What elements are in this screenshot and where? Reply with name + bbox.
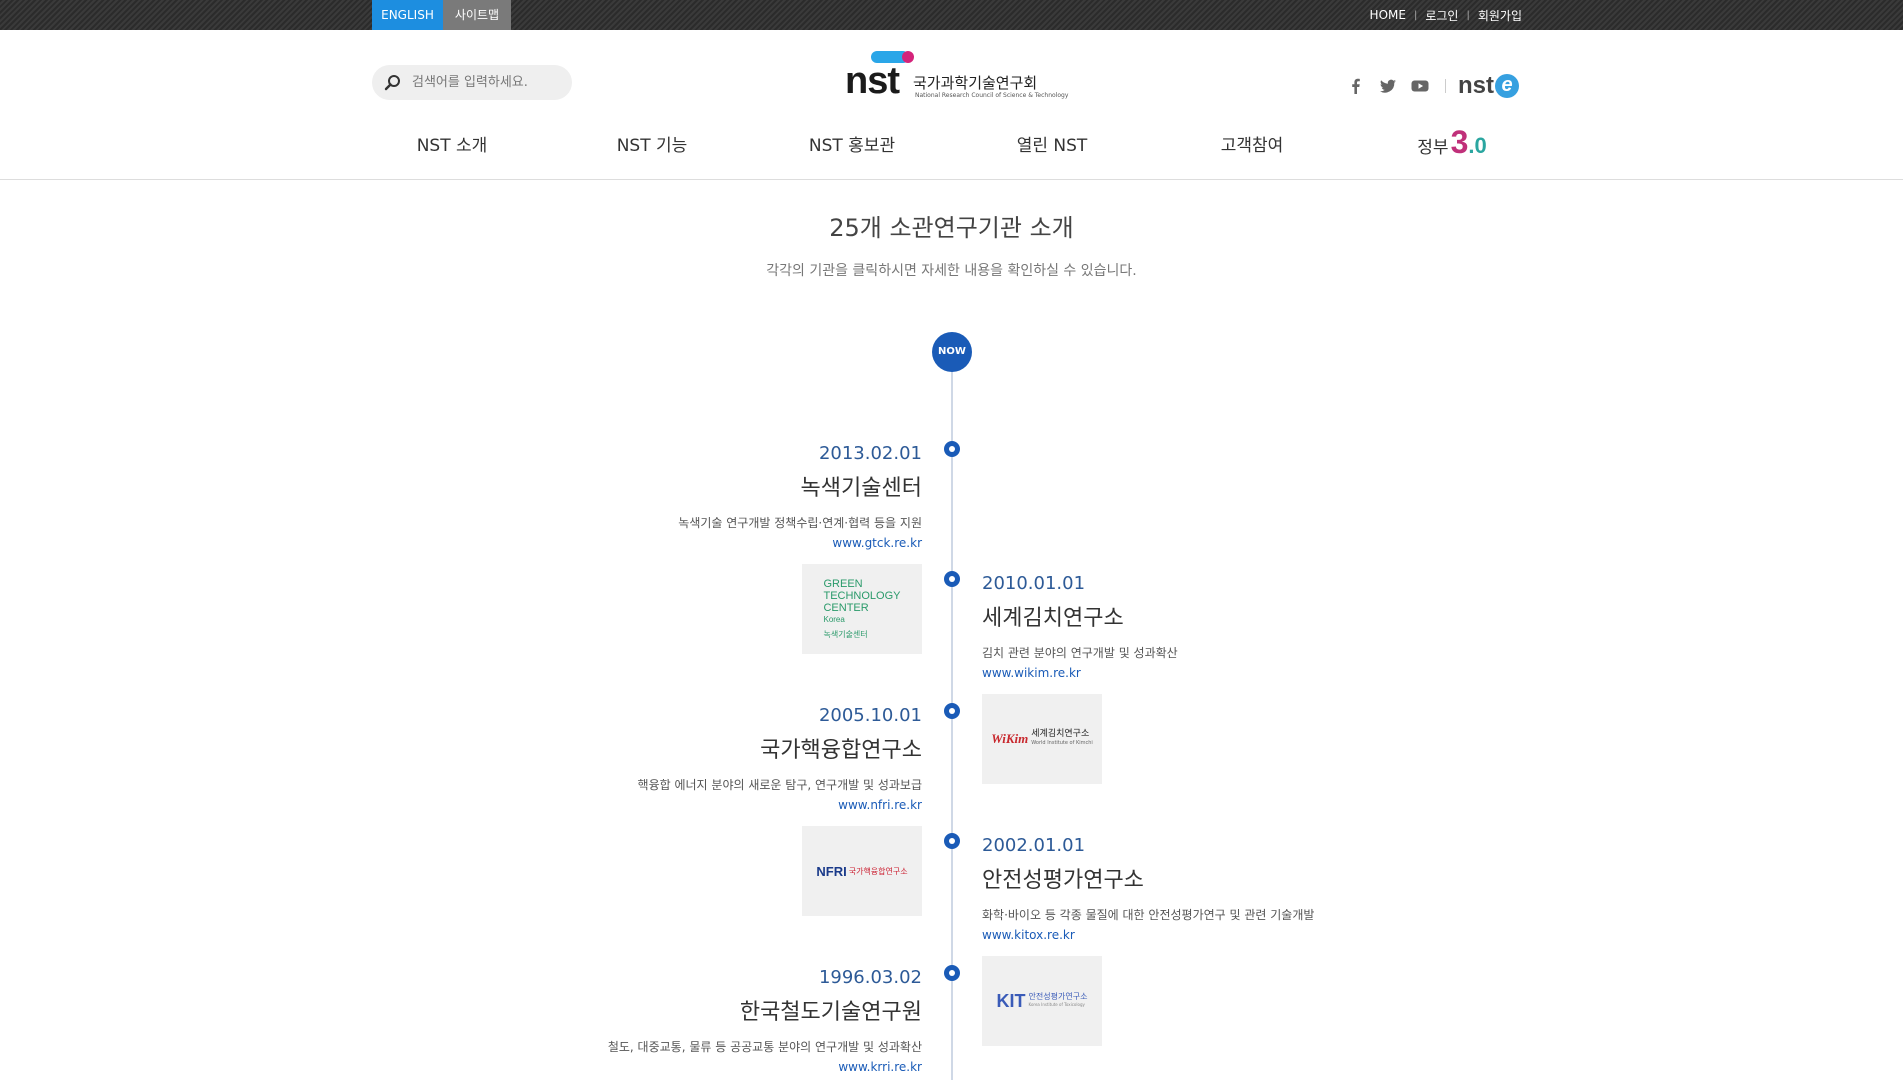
divider: | bbox=[1413, 9, 1418, 21]
entry-name[interactable]: 안전성평가연구소 bbox=[982, 862, 1402, 894]
timeline-entry-krri[interactable]: 1996.03.02 한국철도기술연구원 철도, 대중교통, 물류 등 공공교통… bbox=[502, 967, 922, 1074]
nav-nst-pr[interactable]: NST 홍보관 bbox=[772, 128, 932, 164]
twitter-icon[interactable] bbox=[1377, 75, 1399, 97]
timeline-entry-gtck[interactable]: 2013.02.01 녹색기술센터 녹색기술 연구개발 정책수립·연계·협력 등… bbox=[502, 443, 922, 550]
gtck-logo-text: GREEN TECHNOLOGY CENTER Korea 녹색기술센터 bbox=[823, 577, 901, 639]
entry-date: 2013.02.01 bbox=[818, 443, 922, 464]
entry-name[interactable]: 녹색기술센터 bbox=[502, 470, 922, 502]
divider: | bbox=[1466, 9, 1470, 21]
entry-url-link[interactable]: www.krri.re.kr bbox=[502, 1060, 922, 1074]
nste-logo[interactable]: nst e bbox=[1458, 72, 1519, 100]
entry-date: 1996.03.02 bbox=[818, 967, 922, 988]
social-links: nst e bbox=[1345, 72, 1519, 100]
gov30-label: 정부 bbox=[1417, 138, 1449, 158]
nste-text: nst bbox=[1458, 72, 1494, 99]
kit-logo[interactable]: KIT 안전성평가연구소 Korea Institute of Toxicolo… bbox=[982, 956, 1102, 1046]
entry-description: 김치 관련 분야의 연구개발 및 성과확산 bbox=[982, 646, 1178, 660]
entry-url-link[interactable]: www.nfri.re.kr bbox=[502, 798, 922, 812]
entry-date: 2010.01.01 bbox=[982, 573, 1086, 594]
entry-url-link[interactable]: www.gtck.re.kr bbox=[502, 536, 922, 550]
nav-nst-function[interactable]: NST 기능 bbox=[572, 128, 732, 164]
gov30-logo: 정부 3 .0 bbox=[1417, 124, 1487, 166]
timeline-entry-kitox[interactable]: 2002.01.01 안전성평가연구소 화학·바이오 등 각종 물질에 대한 안… bbox=[982, 835, 1402, 942]
divider bbox=[1445, 79, 1446, 93]
search-box bbox=[372, 65, 572, 100]
entry-name[interactable]: 세계김치연구소 bbox=[982, 600, 1402, 632]
logo-nst-text: nst bbox=[845, 60, 900, 102]
nfri-logo[interactable]: NFRI 국가핵융합연구소 bbox=[802, 826, 922, 916]
header-divider bbox=[0, 179, 1903, 180]
nav-open-nst[interactable]: 열린 NST bbox=[972, 128, 1132, 164]
youtube-icon[interactable] bbox=[1409, 75, 1431, 97]
home-link[interactable]: HOME bbox=[1370, 8, 1406, 22]
timeline-entry-wikim[interactable]: 2010.01.01 세계김치연구소 김치 관련 분야의 연구개발 및 성과확산… bbox=[982, 573, 1402, 680]
entry-description: 화학·바이오 등 각종 물질에 대한 안전성평가연구 및 관련 기술개발 bbox=[982, 908, 1315, 922]
timeline-now-badge: NOW bbox=[932, 332, 972, 372]
page-title: 25개 소관연구기관 소개 bbox=[829, 214, 1074, 242]
signup-link[interactable]: 회원가입 bbox=[1478, 7, 1522, 24]
timeline-node bbox=[944, 571, 960, 587]
kit-logo-text: KIT 안전성평가연구소 Korea Institute of Toxicolo… bbox=[996, 990, 1088, 1011]
wikim-logo-text: WiKim 세계김치연구소 World Institute of Kimchi bbox=[991, 729, 1093, 747]
gtck-logo[interactable]: GREEN TECHNOLOGY CENTER Korea 녹색기술센터 bbox=[802, 564, 922, 654]
nav-gov30[interactable]: 정부 3 .0 bbox=[1372, 124, 1532, 166]
login-link[interactable]: 로그인 bbox=[1425, 7, 1458, 24]
nst-logo[interactable]: nst 국가과학기술연구회 National Research Council … bbox=[845, 48, 1068, 104]
entry-date: 2005.10.01 bbox=[818, 705, 922, 726]
nste-e-icon: e bbox=[1495, 74, 1519, 98]
top-utility-bar: ENGLISH 사이트맵 HOME | 로그인 | 회원가입 bbox=[0, 0, 1903, 30]
main-navigation: NST 소개 NST 기능 NST 홍보관 열린 NST 고객참여 정부 3 .… bbox=[372, 124, 1532, 166]
entry-name[interactable]: 한국철도기술연구원 bbox=[502, 994, 922, 1026]
english-link[interactable]: ENGLISH bbox=[372, 0, 443, 30]
top-links: HOME | 로그인 | 회원가입 bbox=[1370, 0, 1522, 30]
facebook-icon[interactable] bbox=[1345, 75, 1367, 97]
search-input[interactable] bbox=[410, 74, 564, 91]
timeline-entry-nfri[interactable]: 2005.10.01 국가핵융합연구소 핵융합 에너지 분야의 새로운 탐구, … bbox=[502, 705, 922, 812]
timeline-node bbox=[944, 833, 960, 849]
logo-dot-shape bbox=[902, 51, 914, 63]
nav-customer[interactable]: 고객참여 bbox=[1172, 128, 1332, 164]
timeline-node bbox=[944, 965, 960, 981]
entry-description: 철도, 대중교통, 물류 등 공공교통 분야의 연구개발 및 성과확산 bbox=[607, 1040, 922, 1054]
timeline-node bbox=[944, 703, 960, 719]
entry-url-link[interactable]: www.wikim.re.kr bbox=[982, 666, 1402, 680]
sitemap-link[interactable]: 사이트맵 bbox=[443, 0, 511, 30]
nfri-logo-text: NFRI 국가핵융합연구소 bbox=[816, 863, 908, 879]
logo-korean-name: 국가과학기술연구회 bbox=[913, 74, 1038, 92]
wikim-logo[interactable]: WiKim 세계김치연구소 World Institute of Kimchi bbox=[982, 694, 1102, 784]
entry-url-link[interactable]: www.kitox.re.kr bbox=[982, 928, 1402, 942]
gov30-decimal: .0 bbox=[1468, 133, 1487, 158]
search-icon[interactable] bbox=[384, 74, 402, 92]
nav-nst-intro[interactable]: NST 소개 bbox=[372, 128, 532, 164]
gov30-number: 3 bbox=[1450, 124, 1469, 160]
entry-description: 핵융합 에너지 분야의 새로운 탐구, 연구개발 및 성과보급 bbox=[637, 778, 922, 792]
entry-date: 2002.01.01 bbox=[982, 835, 1086, 856]
logo-english-name: National Research Council of Science & T… bbox=[915, 92, 1069, 99]
page-subtitle: 각각의 기관을 클릭하시면 자세한 내용을 확인하실 수 있습니다. bbox=[766, 263, 1137, 279]
timeline-node bbox=[944, 441, 960, 457]
entry-name[interactable]: 국가핵융합연구소 bbox=[502, 732, 922, 764]
entry-description: 녹색기술 연구개발 정책수립·연계·협력 등을 지원 bbox=[678, 516, 922, 530]
